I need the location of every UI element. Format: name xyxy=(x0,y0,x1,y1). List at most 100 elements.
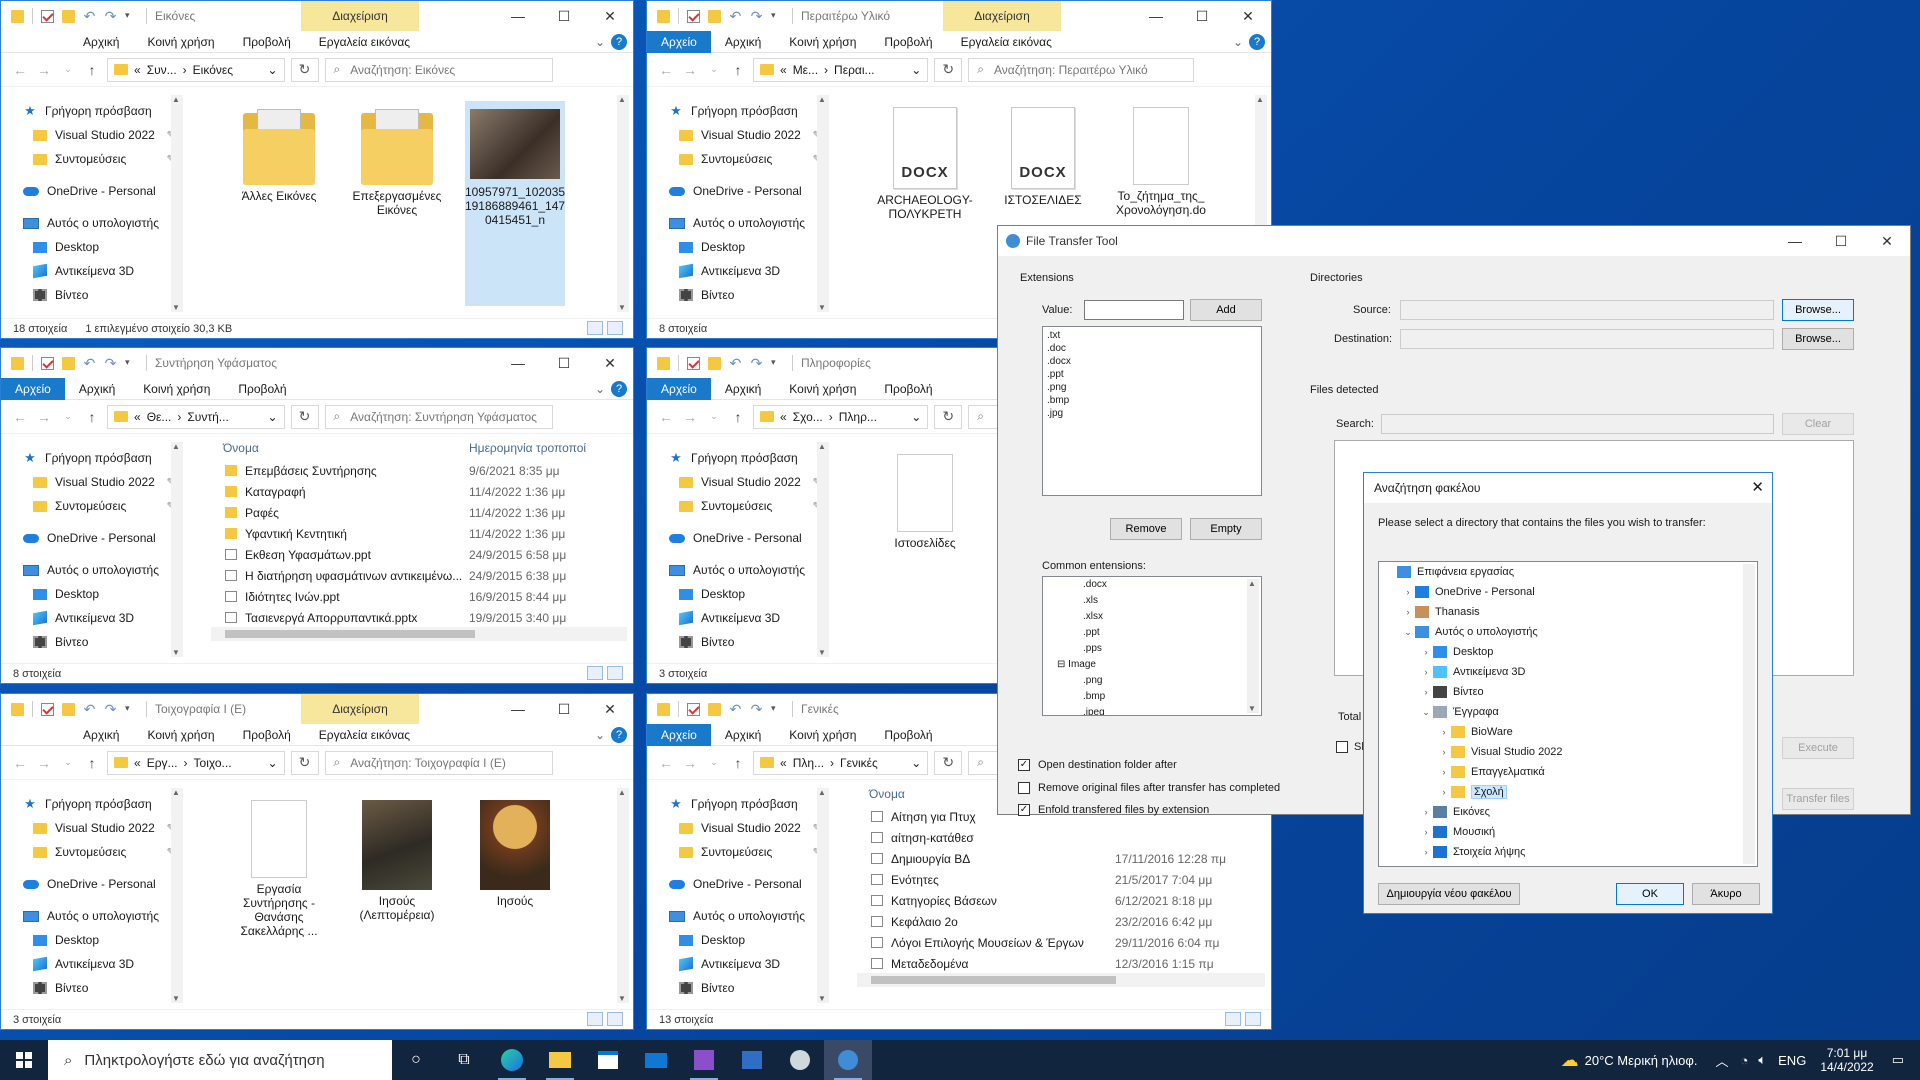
weather-text[interactable]: 20°C Μερική ηλιοφ. xyxy=(1585,1053,1698,1068)
properties-icon[interactable] xyxy=(687,702,700,716)
tree-item[interactable]: .png xyxy=(1043,673,1261,689)
forward-arrow-icon[interactable]: → xyxy=(681,409,699,425)
table-row[interactable]: Τασιενεργά Απορρυπαντικά.pptx 19/9/2015 3… xyxy=(211,607,633,628)
search-box[interactable]: ⌕ Αναζήτηση: Εικόνες xyxy=(324,57,553,82)
new-folder-icon[interactable] xyxy=(62,702,75,716)
table-row[interactable]: Ενότητες 21/5/2017 7:04 μμ xyxy=(857,869,1271,890)
folder-tree-item[interactable]: Επιφάνεια εργασίας xyxy=(1379,562,1757,582)
refresh-button[interactable]: ↻ xyxy=(290,57,319,82)
folder-tree-item[interactable]: › Σχολή xyxy=(1379,782,1757,802)
expand-chevron-icon[interactable]: › xyxy=(1437,727,1451,737)
network-icon[interactable]: ◔ xyxy=(1740,1053,1748,1068)
up-arrow-icon[interactable]: ↑ xyxy=(729,755,747,771)
tree-item[interactable]: .pps xyxy=(1043,641,1261,657)
ribbon-expand-icon[interactable]: ⌄ xyxy=(595,378,605,400)
details-view-icon[interactable] xyxy=(1225,1012,1241,1026)
ribbon-expand-icon[interactable]: ⌄ xyxy=(1233,31,1243,53)
extension-item[interactable]: .png xyxy=(1047,381,1257,394)
breadcrumb-item[interactable]: Εργ... xyxy=(147,756,178,770)
collapse-icon[interactable]: ⊟ xyxy=(1057,659,1068,670)
new-folder-button[interactable]: Δημιουργία νέου φακέλου xyxy=(1378,883,1520,905)
folder-tree-item[interactable]: › OneDrive - Personal xyxy=(1379,582,1757,602)
qat-dropdown-icon[interactable]: ▾ xyxy=(125,703,138,716)
ribbon-tab[interactable]: Προβολή xyxy=(870,31,946,53)
undo-icon[interactable]: ↶ xyxy=(729,702,742,716)
close-button[interactable]: ✕ xyxy=(587,1,633,31)
breadcrumb-item[interactable]: Θε... xyxy=(147,410,172,424)
table-row[interactable]: Ιδιότητες Ινών.ppt 16/9/2015 8:44 μμ xyxy=(211,586,633,607)
forward-arrow-icon[interactable]: → xyxy=(35,755,53,771)
ribbon-tab[interactable]: Προβολή xyxy=(229,724,305,746)
large-icons-view-icon[interactable] xyxy=(607,1012,623,1026)
minimize-button[interactable]: — xyxy=(495,348,541,378)
ribbon-tab[interactable]: Κοινή χρήση xyxy=(775,378,870,400)
path-dropdown-icon[interactable]: ⌄ xyxy=(911,410,921,424)
breadcrumb-overflow-icon[interactable]: « xyxy=(780,63,787,77)
maximize-button[interactable]: ☐ xyxy=(1818,226,1864,256)
back-arrow-icon[interactable]: ← xyxy=(11,409,29,425)
ok-button[interactable]: OK xyxy=(1616,883,1684,905)
path-dropdown-icon[interactable]: ⌄ xyxy=(911,63,921,77)
breadcrumb-overflow-icon[interactable]: « xyxy=(780,756,787,770)
recent-dropdown-icon[interactable]: ⌄ xyxy=(705,411,723,422)
qat-dropdown-icon[interactable]: ▾ xyxy=(771,357,784,370)
path-box[interactable]: « Συν... › Εικόνες ⌄ xyxy=(107,57,285,82)
file-item[interactable]: 10957971_102035 19186889461_147 0415451_… xyxy=(465,101,565,306)
forward-arrow-icon[interactable]: → xyxy=(681,755,699,771)
maximize-button[interactable]: ☐ xyxy=(1179,1,1225,31)
search-box[interactable]: ⌕ Αναζήτηση: Συντήρηση Υφάσματος xyxy=(324,404,553,429)
recent-dropdown-icon[interactable]: ⌄ xyxy=(59,64,77,75)
clock[interactable]: 7:01 μμ 14/4/2022 xyxy=(1820,1046,1873,1074)
folder-tree[interactable]: Επιφάνεια εργασίας › OneDrive - Personal › T… xyxy=(1378,561,1758,867)
table-row[interactable]: Κατηγορίες Βάσεων 6/12/2021 8:18 μμ xyxy=(857,890,1271,911)
table-row[interactable]: Μεταδεδομένα 12/3/2016 1:15 πμ xyxy=(857,953,1271,974)
breadcrumb-item[interactable]: Πληρ... xyxy=(839,410,877,424)
file-item[interactable]: Ιστοσελίδες xyxy=(875,448,975,651)
column-header[interactable]: Όνομα xyxy=(869,787,905,801)
context-tab-manage[interactable]: Διαχείριση xyxy=(301,694,419,724)
extension-item[interactable]: .doc xyxy=(1047,342,1257,355)
clear-button[interactable]: Clear xyxy=(1782,413,1854,435)
items-scrollbar[interactable] xyxy=(617,788,629,1003)
large-icons-view-icon[interactable] xyxy=(1245,1012,1261,1026)
file-explorer-icon[interactable] xyxy=(536,1040,584,1080)
collapse-chevron-icon[interactable]: ⌄ xyxy=(1419,707,1433,718)
path-dropdown-icon[interactable]: ⌄ xyxy=(267,410,277,424)
collapse-chevron-icon[interactable]: ⌄ xyxy=(1401,627,1415,638)
tree-item[interactable]: .docx xyxy=(1043,577,1261,593)
tree-scrollbar[interactable] xyxy=(1743,564,1755,864)
extension-item[interactable]: .docx xyxy=(1047,355,1257,368)
breadcrumb-item[interactable]: Με... xyxy=(793,63,818,77)
maximize-button[interactable]: ☐ xyxy=(541,348,587,378)
path-dropdown-icon[interactable]: ⌄ xyxy=(911,756,921,770)
qat-dropdown-icon[interactable]: ▾ xyxy=(771,703,784,716)
recent-dropdown-icon[interactable]: ⌄ xyxy=(705,757,723,768)
paint-icon[interactable] xyxy=(776,1040,824,1080)
enfold-checkbox[interactable]: ✓ xyxy=(1018,804,1030,816)
maximize-button[interactable]: ☐ xyxy=(541,1,587,31)
extensions-list[interactable]: .txt .doc .docx .ppt .png .bmp .jpg xyxy=(1042,326,1262,496)
close-button[interactable]: ✕ xyxy=(587,694,633,724)
refresh-button[interactable]: ↻ xyxy=(290,404,319,429)
path-box[interactable]: « Σχο... › Πληρ... ⌄ xyxy=(753,404,929,429)
nav-scrollbar[interactable] xyxy=(817,442,829,657)
context-tab-manage[interactable]: Διαχείριση xyxy=(943,1,1061,31)
extension-item[interactable]: .jpg xyxy=(1047,407,1257,420)
details-view-icon[interactable] xyxy=(587,321,603,335)
refresh-button[interactable]: ↻ xyxy=(934,404,963,429)
table-row[interactable]: Επεμβάσεις Συντήρησης 9/6/2021 8:35 μμ xyxy=(211,460,633,481)
folder-tree-item[interactable]: › Desktop xyxy=(1379,642,1757,662)
qat-dropdown-icon[interactable]: ▾ xyxy=(771,10,784,23)
properties-icon[interactable] xyxy=(41,702,54,716)
back-arrow-icon[interactable]: ← xyxy=(657,755,675,771)
expand-chevron-icon[interactable]: › xyxy=(1437,747,1451,757)
breadcrumb-item[interactable]: Γενικές xyxy=(840,756,878,770)
redo-icon[interactable]: ↷ xyxy=(750,356,763,370)
folder-tree-item[interactable]: › Μουσική xyxy=(1379,822,1757,842)
folder-tree-item[interactable]: ⌄ Αυτός ο υπολογιστής xyxy=(1379,622,1757,642)
photos-icon[interactable] xyxy=(728,1040,776,1080)
ftt-titlebar[interactable]: File Transfer Tool — ☐ ✕ xyxy=(998,226,1910,256)
expand-chevron-icon[interactable]: › xyxy=(1419,647,1433,657)
details-view-icon[interactable] xyxy=(587,1012,603,1026)
folder-tree-item[interactable]: › BioWare xyxy=(1379,722,1757,742)
